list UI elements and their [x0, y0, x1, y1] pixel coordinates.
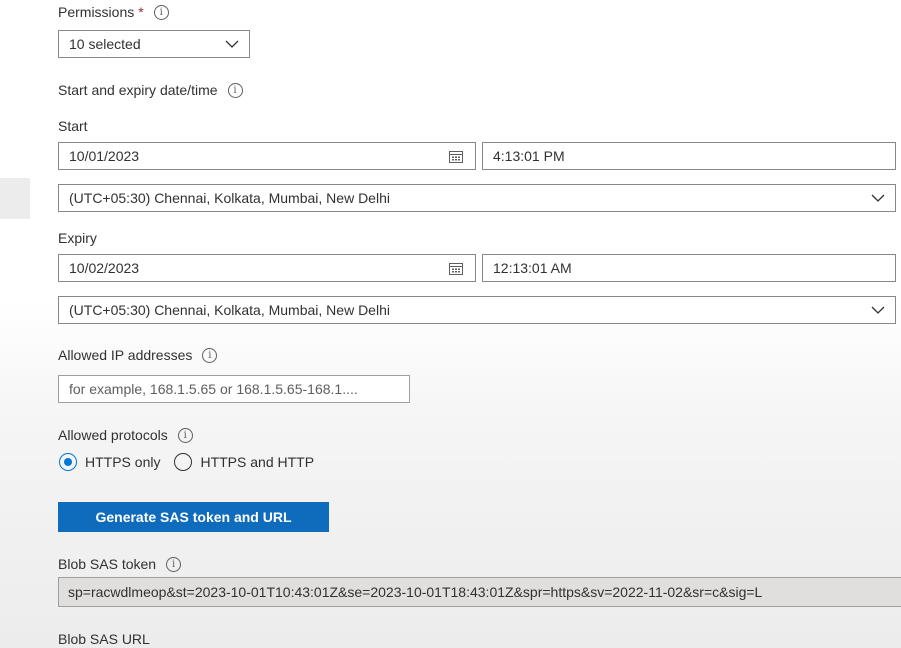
calendar-icon[interactable]	[449, 150, 463, 163]
info-icon[interactable]: i	[202, 347, 218, 363]
date-section-label: Start and expiry date/time i	[58, 82, 243, 98]
protocol-radio-group: HTTPS only HTTPS and HTTP	[59, 453, 328, 471]
allowed-ip-placeholder: for example, 168.1.5.65 or 168.1.5.65-16…	[69, 381, 358, 397]
info-icon[interactable]: i	[177, 427, 193, 443]
sas-form-page: Permissions * i 10 selected Start and ex…	[0, 0, 901, 648]
radio-https-only[interactable]: HTTPS only	[59, 453, 160, 471]
calendar-icon[interactable]	[449, 262, 463, 275]
chevron-down-icon	[871, 306, 885, 314]
start-time-input[interactable]: 4:13:01 PM	[482, 142, 896, 170]
allowed-protocols-label-text: Allowed protocols	[58, 427, 168, 443]
expiry-date-value: 10/02/2023	[69, 260, 140, 276]
radio-https-only-label: HTTPS only	[85, 454, 161, 470]
generate-sas-button[interactable]: Generate SAS token and URL	[58, 502, 329, 532]
start-timezone-value: (UTC+05:30) Chennai, Kolkata, Mumbai, Ne…	[69, 190, 390, 206]
allowed-ip-label: Allowed IP addresses i	[58, 347, 218, 363]
radio-button-selected[interactable]	[59, 453, 77, 471]
expiry-time-value: 12:13:01 AM	[493, 260, 572, 276]
blob-sas-token-field[interactable]: sp=racwdlmeop&st=2023-10-01T10:43:01Z&se…	[58, 577, 901, 607]
date-section-label-text: Start and expiry date/time	[58, 82, 218, 98]
info-icon[interactable]: i	[227, 82, 243, 98]
expiry-timezone-value: (UTC+05:30) Chennai, Kolkata, Mumbai, Ne…	[69, 302, 390, 318]
start-timezone-dropdown[interactable]: (UTC+05:30) Chennai, Kolkata, Mumbai, Ne…	[58, 184, 896, 212]
expiry-timezone-dropdown[interactable]: (UTC+05:30) Chennai, Kolkata, Mumbai, Ne…	[58, 296, 896, 324]
info-icon[interactable]: i	[166, 556, 182, 572]
start-date-value: 10/01/2023	[69, 148, 140, 164]
blob-sas-token-label-text: Blob SAS token	[58, 556, 157, 572]
permissions-selected-value: 10 selected	[69, 36, 141, 52]
start-label-text: Start	[58, 118, 88, 134]
blob-sas-url-label: Blob SAS URL	[58, 631, 150, 647]
blob-sas-token-value: sp=racwdlmeop&st=2023-10-01T10:43:01Z&se…	[68, 584, 763, 600]
blob-sas-token-label: Blob SAS token i	[58, 556, 182, 572]
info-icon[interactable]: i	[153, 4, 169, 20]
permissions-label-text: Permissions	[58, 4, 135, 20]
start-label: Start	[58, 118, 88, 134]
expiry-label: Expiry	[58, 230, 97, 246]
expiry-date-input[interactable]: 10/02/2023	[58, 254, 476, 282]
start-date-input[interactable]: 10/01/2023	[58, 142, 476, 170]
radio-https-and-http[interactable]: HTTPS and HTTP	[174, 453, 314, 471]
radio-button-unselected[interactable]	[174, 453, 193, 471]
allowed-protocols-label: Allowed protocols i	[58, 427, 193, 443]
chevron-down-icon	[871, 194, 885, 202]
expiry-label-text: Expiry	[58, 230, 97, 246]
permissions-dropdown[interactable]: 10 selected	[58, 30, 250, 58]
blob-sas-url-label-text: Blob SAS URL	[58, 631, 150, 647]
allowed-ip-label-text: Allowed IP addresses	[58, 347, 193, 363]
start-time-value: 4:13:01 PM	[493, 148, 565, 164]
chevron-down-icon	[225, 40, 239, 48]
permissions-label: Permissions * i	[58, 4, 169, 20]
required-marker: *	[138, 4, 144, 20]
radio-https-and-http-label: HTTPS and HTTP	[200, 454, 315, 470]
expiry-time-input[interactable]: 12:13:01 AM	[482, 254, 896, 282]
sidebar-selected-item[interactable]	[0, 178, 30, 219]
allowed-ip-input[interactable]: for example, 168.1.5.65 or 168.1.5.65-16…	[58, 375, 410, 403]
